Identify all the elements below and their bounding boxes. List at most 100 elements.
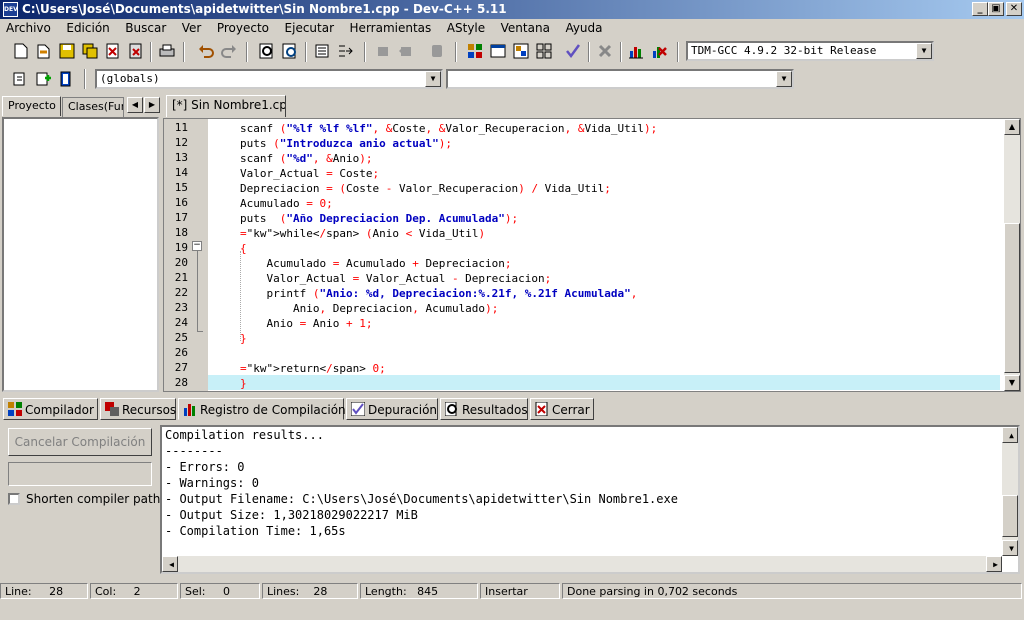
restore-button[interactable]: ▣ [988,2,1004,16]
bookmark-prev-icon[interactable] [372,40,394,62]
minimize-button[interactable]: _ [972,2,988,16]
tab-clases[interactable]: Clases(Fun [62,97,124,117]
save-all-icon[interactable] [79,40,101,62]
new-project-icon[interactable] [9,68,31,90]
scroll-thumb[interactable] [1002,495,1018,537]
tab-label: Cerrar [552,403,590,417]
code-line[interactable]: Acumulado = 0; [240,196,333,211]
tab-proyecto[interactable]: Proyecto [2,96,61,116]
undo-icon[interactable] [195,40,217,62]
menu-ventana[interactable]: Ventana [495,19,556,35]
tab-compilador[interactable]: Compilador [3,398,98,420]
log-hscrollbar[interactable]: ◀ ▶ [162,556,1002,572]
scroll-up-icon[interactable]: ▲ [1004,119,1020,135]
editor-tab[interactable]: [*] Sin Nombre1.cpp [166,95,286,117]
code-line[interactable]: Depreciacion = (Coste - Valor_Recuperaci… [240,181,611,196]
compile-log[interactable]: Compilation results... -------- - Errors… [160,425,1020,574]
scroll-down-icon[interactable]: ▼ [1002,540,1018,556]
chevron-down-icon[interactable]: ▼ [776,71,792,87]
code-line[interactable]: scanf ("%lf %lf %lf", &Coste, &Valor_Rec… [240,121,657,136]
project-tree[interactable] [2,117,159,392]
check-icon [350,401,366,417]
new-file-icon[interactable] [10,40,32,62]
scroll-up-icon[interactable]: ▲ [1002,427,1018,443]
shorten-paths-checkbox[interactable] [8,493,20,505]
print-icon[interactable] [156,40,178,62]
tab-recursos[interactable]: Recursos [100,398,176,420]
code-line[interactable]: puts ("Introduzca anio actual"); [240,136,452,151]
menu-herramientas[interactable]: Herramientas [344,19,438,35]
add-to-project-icon[interactable] [32,68,54,90]
close-all-icon[interactable] [125,40,147,62]
code-line[interactable]: Valor_Actual = Valor_Actual - Depreciaci… [240,271,551,286]
code-line[interactable]: ="kw">return</span> 0; [240,361,386,376]
run-icon[interactable] [487,40,509,62]
indent-guide [240,251,241,341]
chevron-down-icon[interactable]: ▼ [916,43,932,59]
line-number: 26 [174,346,188,359]
compile-icon[interactable] [464,40,486,62]
rebuild-icon[interactable] [533,40,555,62]
save-icon[interactable] [56,40,78,62]
bookmark-toggle-icon[interactable] [426,40,448,62]
close-file-icon[interactable] [102,40,124,62]
scroll-right-icon[interactable]: ▶ [986,556,1002,572]
profile-icon[interactable] [625,40,647,62]
menu-buscar[interactable]: Buscar [119,19,172,35]
scroll-thumb[interactable] [1004,223,1020,373]
project-options-icon[interactable] [55,68,77,90]
code-line[interactable]: Anio = Anio + 1; [240,316,372,331]
code-line[interactable]: } [240,376,247,391]
tab-cerrar[interactable]: Cerrar [530,398,594,420]
log-line: - Output Filename: C:\Users\José\Documen… [165,492,678,506]
code-line[interactable]: Anio, Depreciacion, Acumulado); [240,301,498,316]
delete-profile-icon[interactable] [648,40,670,62]
indent-icon[interactable] [311,40,333,62]
menu-edicion[interactable]: Edición [60,19,115,35]
goto-line-icon[interactable] [334,40,356,62]
line-number: 19 [174,241,188,254]
code-line[interactable]: Acumulado = Acumulado + Depreciacion; [240,256,511,271]
code-line[interactable]: puts ("Año Depreciacion Dep. Acumulada")… [240,211,518,226]
menu-archivo[interactable]: Archivo [0,19,57,35]
code-line[interactable]: scanf ("%d", &Anio); [240,151,373,166]
log-line: - Errors: 0 [165,460,245,474]
syntax-check-icon[interactable] [562,40,584,62]
chevron-right-icon[interactable]: ▶ [144,97,160,113]
compile-run-icon[interactable] [510,40,532,62]
cancel-compile-button[interactable]: Cancelar Compilación [8,428,152,456]
close-button[interactable]: ✕ [1006,2,1022,16]
replace-icon[interactable] [279,40,301,62]
tab-registro-compilacion[interactable]: Registro de Compilación [178,398,346,420]
scope-select[interactable]: (globals) ▼ [95,69,443,89]
scroll-left-icon[interactable]: ◀ [162,556,178,572]
code-line[interactable]: printf ("Anio: %d, Depreciacion:%.21f, %… [240,286,637,301]
bookmark-next-icon[interactable] [395,40,417,62]
tab-resultados[interactable]: Resultados [440,398,528,420]
log-scrollbar[interactable]: ▲ ▼ [1002,427,1018,556]
stop-execution-icon[interactable] [594,40,616,62]
scroll-down-icon[interactable]: ▼ [1004,375,1020,391]
menu-ver[interactable]: Ver [176,19,208,35]
menu-astyle[interactable]: AStyle [441,19,491,35]
code-line[interactable]: ="kw">while</span> (Anio < Vida_Util) [240,226,485,241]
menu-ayuda[interactable]: Ayuda [559,19,608,35]
code-line[interactable]: Valor_Actual = Coste; [240,166,379,181]
open-file-icon[interactable] [33,40,55,62]
tab-depuracion[interactable]: Depuración [346,398,438,420]
redo-icon[interactable] [218,40,240,62]
toolbar-separator [150,42,152,62]
editor-scrollbar[interactable]: ▲ ▼ [1004,119,1020,391]
status-sel-value: 0 [223,585,230,598]
window-title: C:\Users\José\Documents\apidetwitter\Sin… [22,2,507,16]
menu-ejecutar[interactable]: Ejecutar [279,19,341,35]
menu-proyecto[interactable]: Proyecto [211,19,275,35]
member-select[interactable]: ▼ [446,69,794,89]
compiler-select[interactable]: TDM-GCC 4.9.2 32-bit Release ▼ [686,41,934,61]
resources-icon [105,402,119,416]
code-editor[interactable]: 11 12 13 14 15 16 17 18 19 20 21 22 23 24 25 26 27 28 sca… [163,118,1021,392]
find-icon[interactable] [256,40,278,62]
chevron-left-icon[interactable]: ◀ [127,97,143,113]
chevron-down-icon[interactable]: ▼ [425,71,441,87]
fold-toggle-icon[interactable]: − [192,241,202,251]
